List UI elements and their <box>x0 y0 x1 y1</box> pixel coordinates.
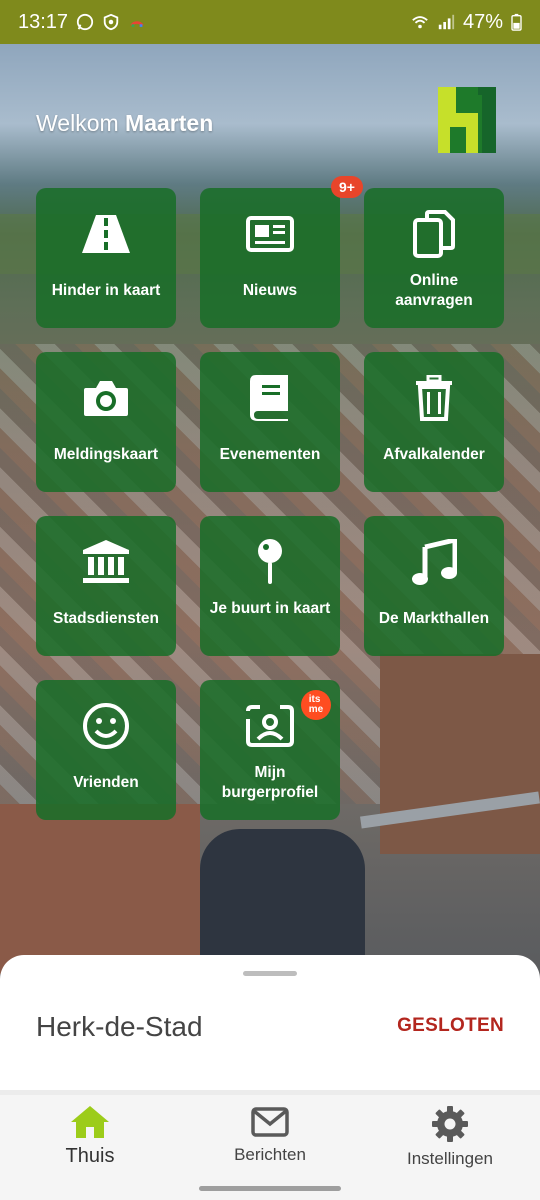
shield-icon <box>103 13 119 31</box>
city-logo <box>438 87 496 153</box>
tile-label: De Markthallen <box>378 610 490 627</box>
copy-documents-icon <box>413 210 455 258</box>
system-home-bar[interactable] <box>199 1186 341 1191</box>
wifi-icon <box>412 16 428 29</box>
greeting: Welkom <box>36 110 119 136</box>
bottom-navigation: Thuis Berichten Instellingen <box>0 1095 540 1200</box>
nav-label: Instellingen <box>406 1149 493 1168</box>
tile-meldingskaart[interactable]: Meldingskaart <box>36 352 176 492</box>
itsme-badge: its me <box>301 690 331 720</box>
tile-label: Nieuws <box>242 282 298 299</box>
tile-label: Je buurt in kaart <box>209 600 331 617</box>
nav-label: Thuis <box>65 1145 115 1167</box>
tile-evenementen[interactable]: Evenementen <box>200 352 340 492</box>
status-time: 13:17 <box>18 10 69 33</box>
tile-de-markthallen[interactable]: De Markthallen <box>364 516 504 656</box>
signal-icon <box>438 14 455 30</box>
sheet-drag-handle[interactable] <box>243 971 297 976</box>
whatsapp-icon <box>76 13 94 31</box>
tile-hinder-in-kaart[interactable]: Hinder in kaart <box>36 188 176 328</box>
tile-stadsdiensten[interactable]: Stadsdiensten <box>36 516 176 656</box>
tile-online-aanvragen[interactable]: Online aanvragen <box>364 188 504 328</box>
music-note-icon <box>412 539 457 585</box>
tile-nieuws[interactable]: Nieuws <box>200 188 340 328</box>
tile-label: Stadsdiensten <box>53 610 159 627</box>
status-bar: 13:17 47% <box>0 0 540 44</box>
camera-icon <box>84 381 128 416</box>
tile-label: Meldingskaart <box>53 446 159 463</box>
tile-label: Online aanvragen <box>395 272 473 309</box>
tile-vrienden[interactable]: Vrienden <box>36 680 176 820</box>
trash-icon <box>416 375 452 421</box>
map-pin-icon <box>258 539 282 584</box>
building-icon <box>83 540 129 583</box>
itsme-logo-text: its me <box>308 694 324 715</box>
tile-label: Hinder in kaart <box>51 282 161 299</box>
mail-icon <box>251 1107 289 1137</box>
home-icon <box>71 1106 109 1138</box>
gear-icon <box>432 1106 468 1142</box>
tile-label: Evenementen <box>219 446 321 463</box>
tile-afvalkalender[interactable]: Afvalkalender <box>364 352 504 492</box>
nav-item-berichten[interactable]: Berichten <box>200 1105 340 1165</box>
notification-badge: 9+ <box>331 176 363 198</box>
google-icon <box>130 21 144 27</box>
city-name: Herk-de-Stad <box>36 1011 203 1042</box>
location-bottom-sheet[interactable]: Herk-de-Stad GESLOTEN <box>0 955 540 1090</box>
smiley-icon <box>83 703 129 749</box>
newspaper-icon <box>246 216 294 252</box>
user-name: Maarten <box>125 110 214 136</box>
id-profile-icon <box>246 705 294 747</box>
tile-label: Afvalkalender <box>383 446 485 463</box>
nav-label: Berichten <box>234 1145 306 1164</box>
battery-icon <box>511 13 522 31</box>
nav-item-instellingen[interactable]: Instellingen <box>380 1105 520 1169</box>
tile-label: Vrienden <box>73 774 139 791</box>
nav-item-thuis[interactable]: Thuis <box>20 1105 160 1168</box>
book-icon <box>250 375 288 421</box>
road-icon <box>82 215 130 253</box>
opening-status: GESLOTEN <box>397 1015 504 1036</box>
battery-percent: 47% <box>462 10 503 33</box>
tile-je-buurt-in-kaart[interactable]: Je buurt in kaart <box>200 516 340 656</box>
tile-label: Mijn burgerprofiel <box>221 764 319 801</box>
welcome-text: Welkom Maarten <box>36 110 213 137</box>
